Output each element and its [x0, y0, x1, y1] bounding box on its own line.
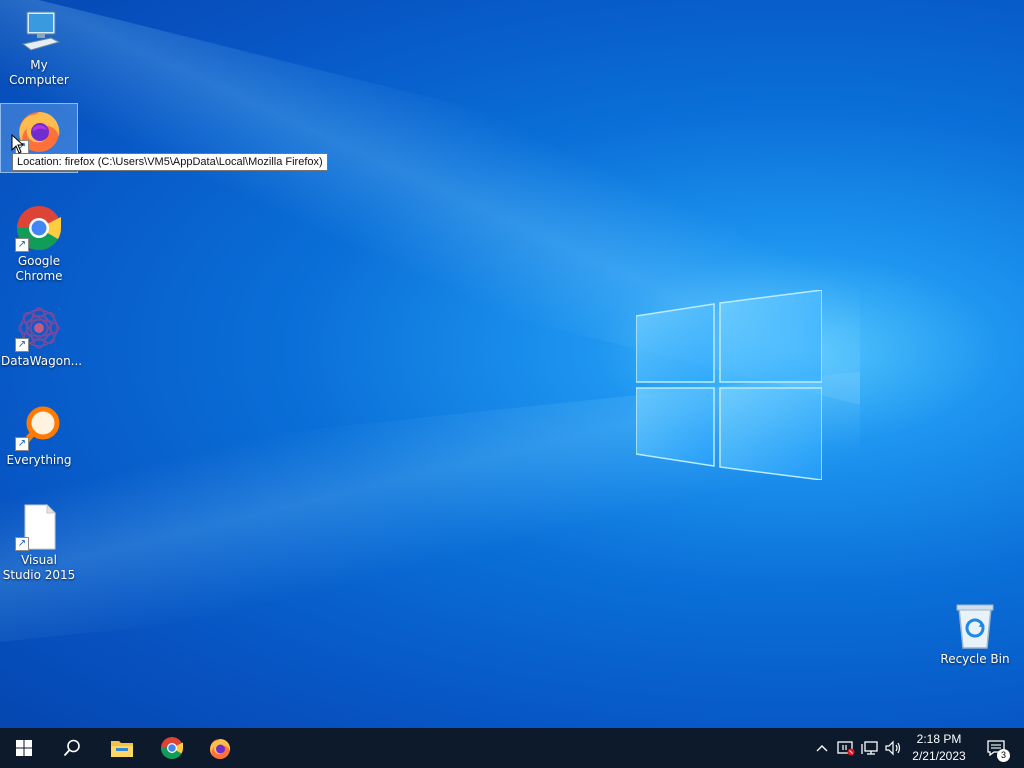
- computer-icon: [15, 8, 63, 56]
- shortcut-arrow-icon: ↗: [15, 437, 29, 451]
- search-button[interactable]: [48, 728, 96, 768]
- recycle-bin-icon: [951, 602, 999, 650]
- network-icon[interactable]: [860, 738, 880, 758]
- taskbar: 2:18 PM 2/21/2023 3: [0, 728, 1024, 768]
- desktop-icon-everything[interactable]: ↗ Everything: [1, 403, 77, 468]
- desktop[interactable]: My Computer ↗ ↗ Google Chrome ↗ DataWago…: [0, 0, 1024, 728]
- shortcut-arrow-icon: ↗: [15, 238, 29, 252]
- blank-file-icon: ↗: [15, 503, 63, 551]
- desktop-icon-recycle-bin[interactable]: Recycle Bin: [937, 602, 1013, 667]
- desktop-icon-label: Everything: [6, 453, 72, 467]
- shortcut-arrow-icon: ↗: [15, 338, 29, 352]
- clock-date: 2/21/2023: [912, 749, 966, 763]
- taskbar-chrome[interactable]: [148, 728, 196, 768]
- desktop-icon-label: Google Chrome: [15, 254, 63, 283]
- chrome-icon: [161, 737, 183, 759]
- desktop-icon-my-computer[interactable]: My Computer: [1, 8, 77, 88]
- search-icon: [63, 739, 80, 757]
- show-hidden-icons-chevron-up-icon[interactable]: [812, 738, 832, 758]
- windows-wallpaper-logo: [636, 290, 822, 480]
- taskbar-file-explorer[interactable]: [98, 728, 146, 768]
- desktop-icon-label: My Computer: [9, 58, 69, 87]
- desktop-icon-label: DataWagon...: [1, 354, 83, 368]
- windows-start-icon: [16, 740, 32, 756]
- desktop-icon-visual-studio-2015[interactable]: ↗ Visual Studio 2015: [1, 503, 77, 583]
- datawagon-icon: ↗: [15, 304, 63, 352]
- action-center-button[interactable]: 3: [976, 728, 1016, 768]
- file-explorer-icon: [111, 741, 133, 757]
- clock-time: 2:18 PM: [916, 732, 962, 746]
- chrome-icon: ↗: [15, 204, 63, 252]
- shortcut-arrow-icon: ↗: [15, 537, 29, 551]
- volume-icon[interactable]: [884, 738, 904, 758]
- desktop-icon-label: Visual Studio 2015: [2, 553, 76, 582]
- firefox-icon: [210, 739, 231, 759]
- desktop-icon-datawagon[interactable]: ↗ DataWagon...: [1, 304, 83, 369]
- desktop-icon-label: Recycle Bin: [940, 652, 1010, 666]
- start-button[interactable]: [0, 728, 48, 768]
- mouse-cursor-icon: [11, 134, 25, 154]
- notification-count-badge: 3: [997, 749, 1010, 762]
- tooltip: Location: firefox (C:\Users\VM5\AppData\…: [12, 153, 328, 171]
- defender-security-icon[interactable]: [836, 738, 856, 758]
- everything-search-icon: ↗: [15, 403, 63, 451]
- taskbar-firefox[interactable]: [196, 728, 244, 768]
- taskbar-clock[interactable]: 2:18 PM 2/21/2023: [906, 731, 972, 765]
- desktop-icon-google-chrome[interactable]: ↗ Google Chrome: [1, 204, 77, 284]
